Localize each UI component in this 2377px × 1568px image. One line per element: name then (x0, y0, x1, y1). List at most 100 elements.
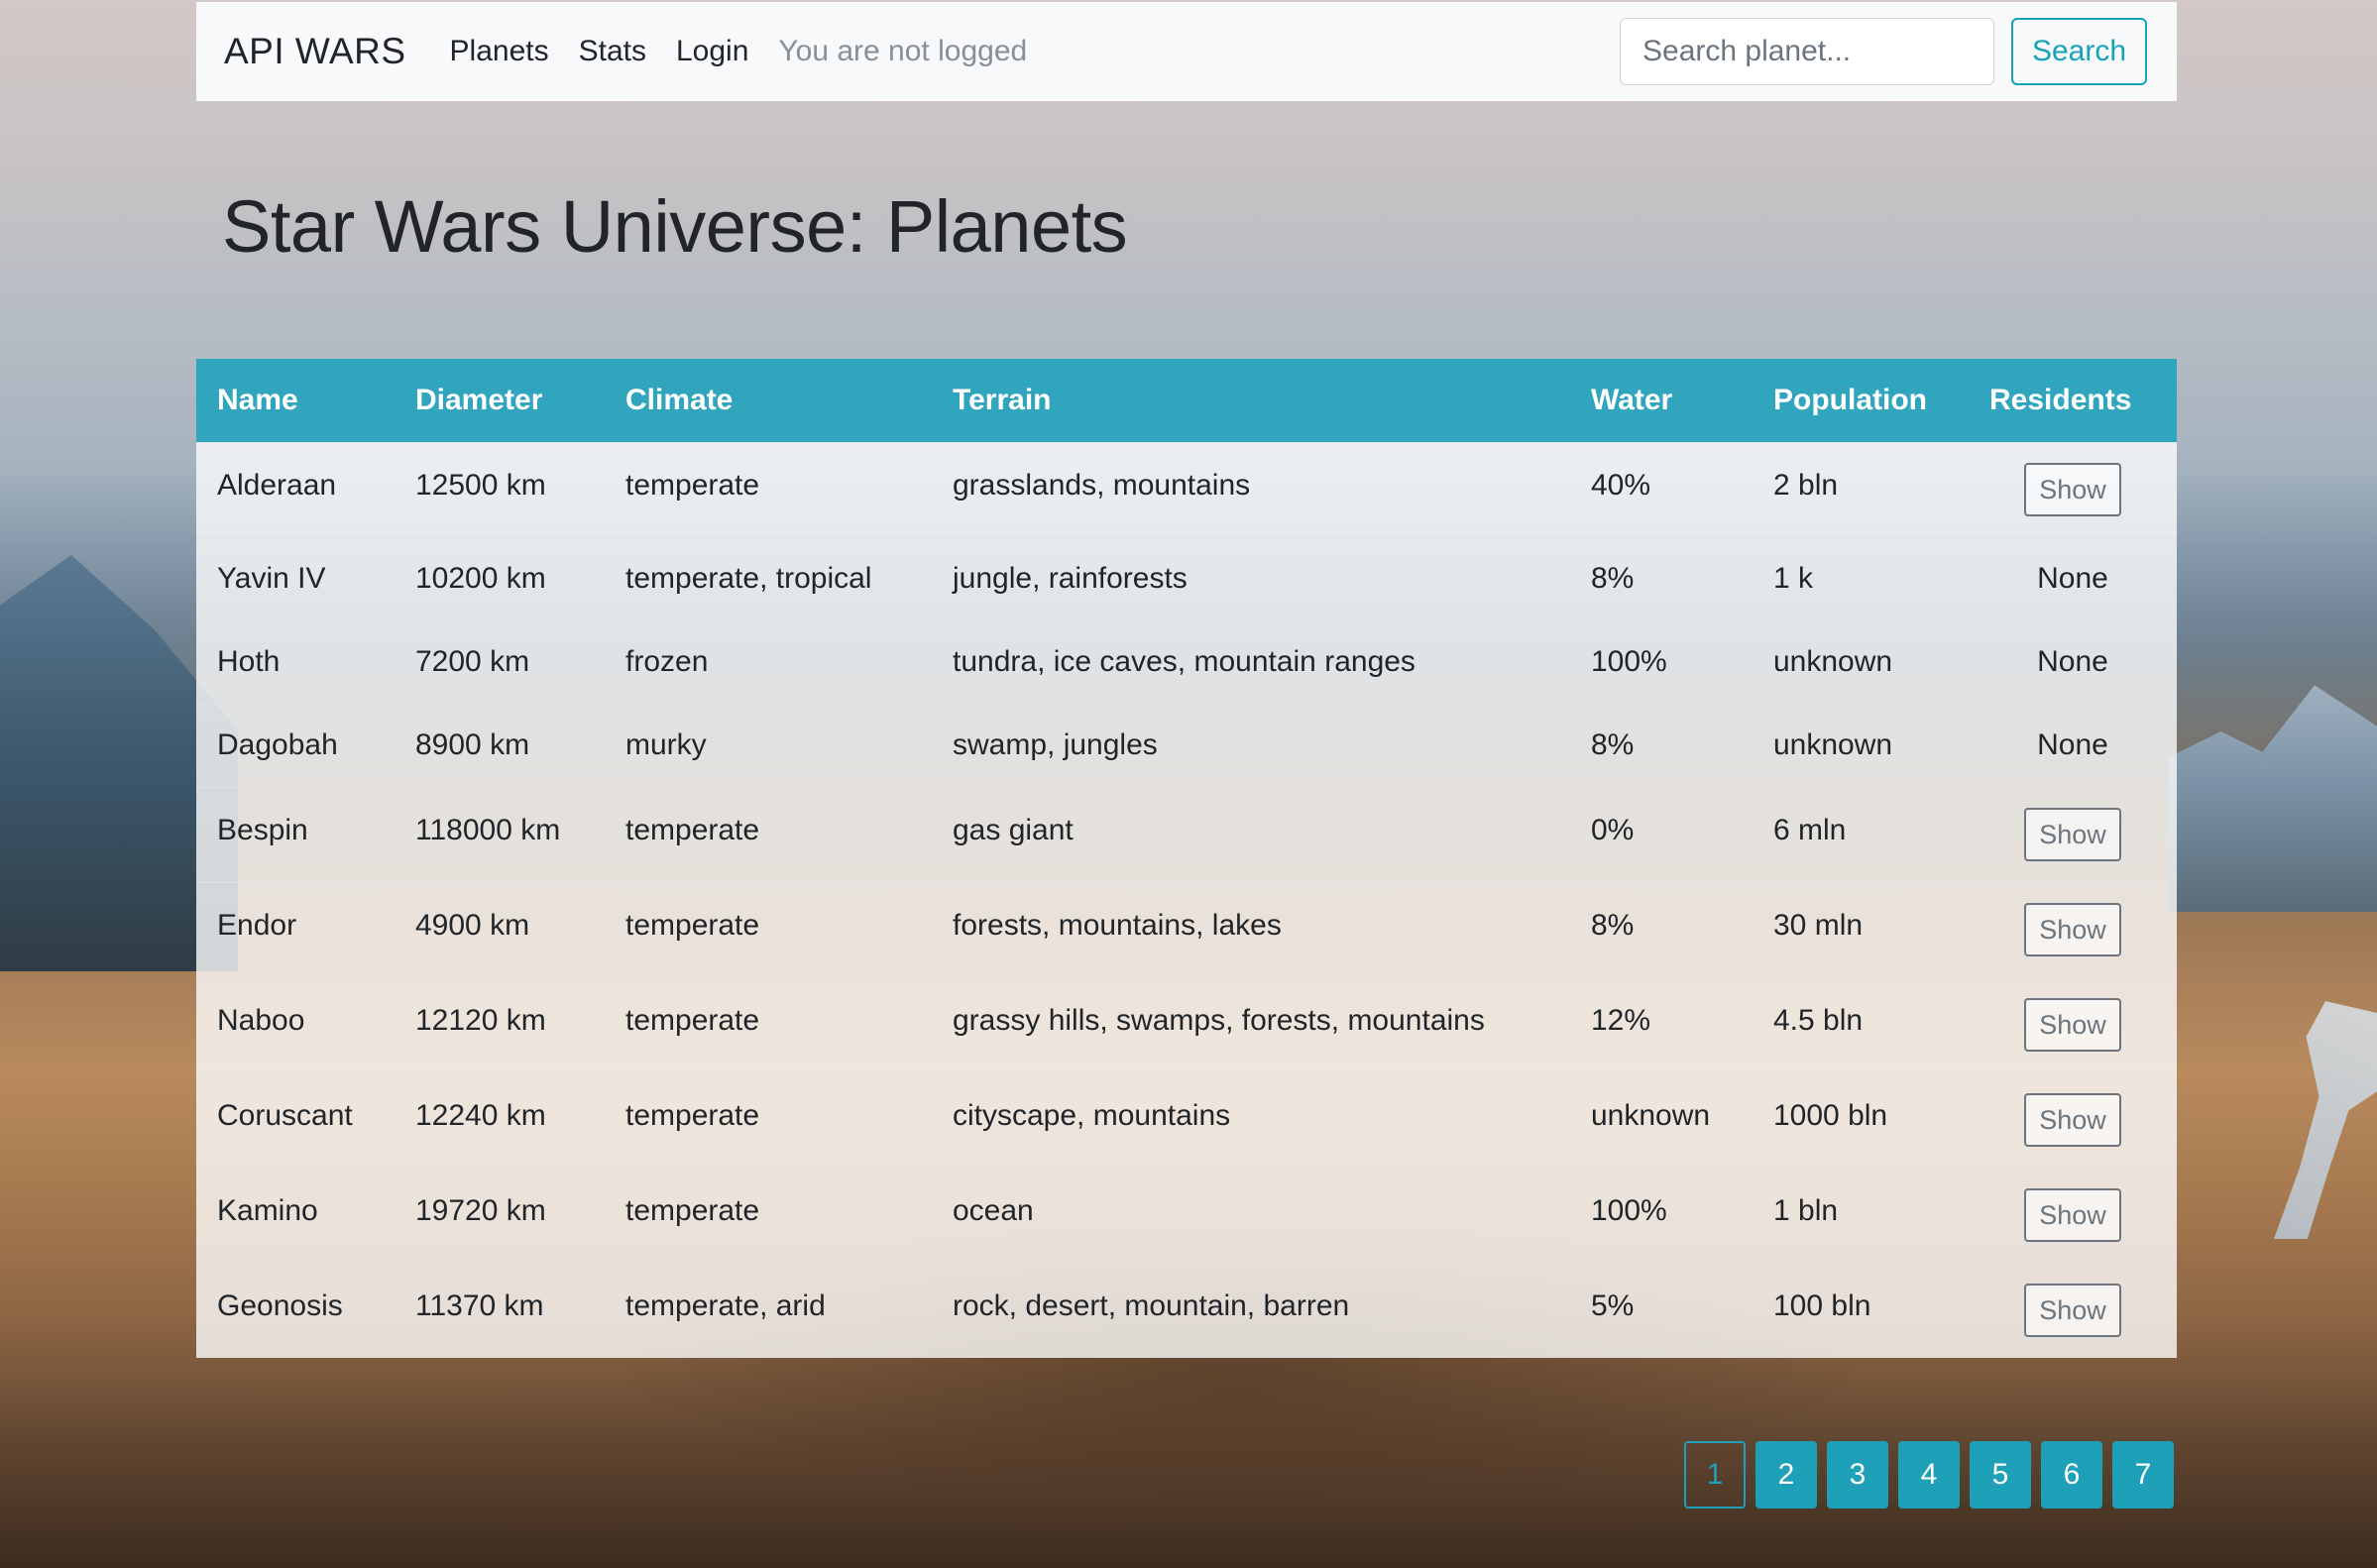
cell-water: 12% (1591, 1003, 1651, 1037)
cell-name: Hoth (217, 645, 281, 678)
page-button-4[interactable]: 4 (1898, 1441, 1960, 1509)
cell-residents: Show (1969, 442, 2177, 537)
cell-climate: murky (625, 728, 707, 761)
search-input[interactable] (1620, 18, 1994, 85)
cell-population: 100 bln (1773, 1288, 1871, 1322)
cell-diameter: 10200 km (415, 562, 546, 595)
cell-diameter: 12500 km (415, 468, 546, 502)
table-row: Naboo 12120 km temperate grassy hills, swam… (196, 977, 2177, 1072)
cell-climate: temperate (625, 468, 760, 502)
cell-name: Coruscant (217, 1098, 353, 1132)
show-residents-button[interactable]: Show (2024, 808, 2121, 861)
search-button[interactable]: Search (2011, 18, 2147, 85)
pagination: 1234567 (1684, 1441, 2174, 1509)
cell-climate: temperate, tropical (625, 562, 872, 595)
table-row: Hoth 7200 km frozen tundra, ice caves, moun… (196, 620, 2177, 704)
cell-diameter: 8900 km (415, 728, 530, 761)
cell-terrain: jungle, rainforests (953, 562, 1188, 595)
cell-population: 1000 bln (1773, 1098, 1888, 1132)
cell-residents: Show (1969, 977, 2177, 1072)
cell-water: 100% (1591, 645, 1667, 678)
planets-table: Name Diameter Climate Terrain Water Popu… (196, 359, 2177, 1358)
page-button-2[interactable]: 2 (1755, 1441, 1817, 1509)
cell-terrain: swamp, jungles (953, 728, 1158, 761)
cell-terrain: grasslands, mountains (953, 468, 1251, 502)
cell-terrain: ocean (953, 1193, 1034, 1227)
cell-name: Bespin (217, 813, 308, 846)
cell-population: 2 bln (1773, 468, 1839, 502)
cell-population: unknown (1773, 728, 1893, 761)
cell-climate: temperate (625, 1003, 760, 1037)
show-residents-button[interactable]: Show (2024, 903, 2121, 956)
table-body: Alderaan 12500 km temperate grasslands, mou… (196, 442, 2177, 1358)
cell-population: unknown (1773, 645, 1893, 678)
cell-residents: Show (1969, 882, 2177, 977)
cell-diameter: 7200 km (415, 645, 530, 678)
cell-climate: temperate (625, 1193, 760, 1227)
cell-diameter: 4900 km (415, 908, 530, 942)
show-residents-button[interactable]: Show (2024, 998, 2121, 1052)
cell-name: Alderaan (217, 468, 337, 502)
cell-water: 8% (1591, 728, 1635, 761)
background-mountains-right (2169, 685, 2377, 912)
nav-link-planets[interactable]: Planets (450, 35, 549, 68)
nav-link-stats[interactable]: Stats (579, 35, 646, 68)
column-header-diameter: Diameter (415, 383, 543, 416)
cell-water: 8% (1591, 908, 1635, 942)
page-button-1[interactable]: 1 (1684, 1441, 1746, 1509)
background-river (2274, 1001, 2377, 1239)
show-residents-button[interactable]: Show (2024, 1284, 2121, 1338)
cell-residents: None (2037, 562, 2108, 595)
cell-climate: temperate (625, 1098, 760, 1132)
page-button-6[interactable]: 6 (2041, 1441, 2102, 1509)
cell-water: 5% (1591, 1288, 1635, 1322)
page-button-5[interactable]: 5 (1970, 1441, 2031, 1509)
cell-climate: temperate (625, 813, 760, 846)
table-row: Yavin IV 10200 km temperate, tropical jungl… (196, 537, 2177, 620)
cell-name: Dagobah (217, 728, 338, 761)
column-header-population: Population (1773, 383, 1927, 416)
show-residents-button[interactable]: Show (2024, 463, 2121, 516)
cell-residents: Show (1969, 787, 2177, 882)
cell-population: 4.5 bln (1773, 1003, 1864, 1037)
cell-water: unknown (1591, 1098, 1711, 1132)
column-header-water: Water (1591, 383, 1673, 416)
nav-link-login[interactable]: Login (676, 35, 748, 68)
cell-diameter: 11370 km (415, 1288, 544, 1322)
cell-terrain: cityscape, mountains (953, 1098, 1231, 1132)
cell-climate: temperate (625, 908, 760, 942)
show-residents-button[interactable]: Show (2024, 1093, 2121, 1147)
cell-population: 1 k (1773, 562, 1814, 595)
cell-water: 100% (1591, 1193, 1667, 1227)
page-title: Star Wars Universe: Planets (222, 185, 1128, 268)
cell-name: Endor (217, 908, 297, 942)
column-header-terrain: Terrain (953, 383, 1052, 416)
table-row: Bespin 118000 km temperate gas giant 0% 6 mln… (196, 787, 2177, 882)
table-row: Dagobah 8900 km murky swamp, jungles 8% unkno… (196, 704, 2177, 787)
table-header-row: Name Diameter Climate Terrain Water Popu… (196, 359, 2177, 442)
table-row: Endor 4900 km temperate forests, mountains,… (196, 882, 2177, 977)
cell-population: 1 bln (1773, 1193, 1839, 1227)
cell-climate: frozen (625, 645, 709, 678)
page-button-7[interactable]: 7 (2112, 1441, 2174, 1509)
cell-name: Naboo (217, 1003, 305, 1037)
cell-diameter: 12120 km (415, 1003, 546, 1037)
cell-water: 0% (1591, 813, 1635, 846)
table-row: Kamino 19720 km temperate ocean 100% 1 bln Sho… (196, 1168, 2177, 1263)
column-header-residents: Residents (1989, 383, 2132, 416)
cell-residents: None (2037, 728, 2108, 761)
cell-residents: None (2037, 645, 2108, 678)
login-status-text: You are not logged (778, 35, 1028, 67)
cell-terrain: tundra, ice caves, mountain ranges (953, 645, 1415, 678)
cell-population: 6 mln (1773, 813, 1847, 846)
cell-water: 40% (1591, 468, 1651, 502)
cell-name: Geonosis (217, 1288, 343, 1322)
brand-logo[interactable]: API WARS (224, 31, 406, 72)
column-header-name: Name (217, 383, 298, 416)
table-row: Alderaan 12500 km temperate grasslands, mou… (196, 442, 2177, 537)
table-header: Name Diameter Climate Terrain Water Popu… (196, 359, 2177, 442)
page-button-3[interactable]: 3 (1827, 1441, 1888, 1509)
show-residents-button[interactable]: Show (2024, 1188, 2121, 1242)
cell-climate: temperate, arid (625, 1288, 826, 1322)
cell-name: Yavin IV (217, 562, 326, 595)
